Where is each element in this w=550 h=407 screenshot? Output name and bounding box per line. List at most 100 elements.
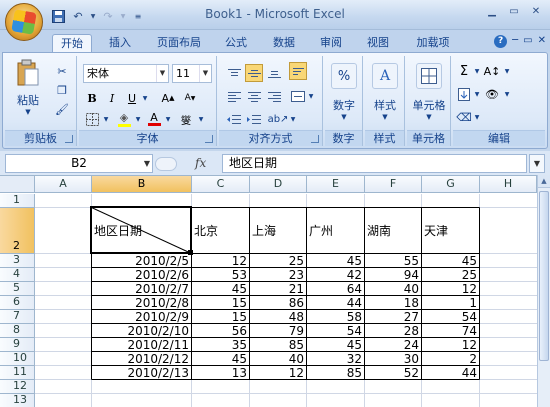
chevron-down-icon[interactable]: ▼ (503, 62, 511, 80)
phonetic-icon[interactable]: 燮 (177, 110, 195, 128)
cell-city-header[interactable]: 北京 (194, 225, 218, 237)
cell-value[interactable]: 45 (192, 353, 247, 365)
grow-font-icon[interactable]: A ▲ (159, 89, 177, 107)
decrease-indent-icon[interactable] (225, 110, 243, 128)
cell-date[interactable]: 2010/2/10 (92, 325, 189, 337)
align-center-icon[interactable] (245, 87, 263, 105)
cell-value[interactable]: 2 (422, 353, 477, 365)
paste-button[interactable]: 粘贴 ▼ (11, 59, 45, 116)
find-select-icon[interactable]: 👁 (483, 85, 501, 103)
cell-value[interactable]: 79 (250, 325, 304, 337)
alignment-launcher-icon[interactable] (311, 135, 319, 143)
cell-value[interactable]: 58 (307, 311, 362, 323)
cells-button[interactable]: 单元格 ▼ (410, 62, 448, 122)
underline-icon[interactable]: U (123, 89, 141, 107)
cell-value[interactable]: 25 (422, 269, 477, 281)
cell-value[interactable]: 44 (422, 367, 477, 379)
cell-value[interactable]: 40 (365, 283, 419, 295)
font-size-select[interactable]: 11 ▼ (172, 64, 212, 83)
cell-value[interactable]: 86 (250, 297, 304, 309)
help-icon[interactable]: ? (494, 35, 508, 48)
cell-city-header[interactable]: 广州 (309, 225, 333, 237)
cell-date[interactable]: 2010/2/8 (92, 297, 189, 309)
tab-home[interactable]: 开始 (52, 34, 92, 52)
tab-review[interactable]: 审阅 (315, 34, 347, 52)
cell-value[interactable]: 54 (307, 325, 362, 337)
font-name-select[interactable]: 宋体 ▼ (83, 64, 169, 83)
clear-icon[interactable]: ⌫ (455, 108, 473, 126)
scroll-up-icon[interactable]: ▲ (538, 175, 550, 188)
font-launcher-icon[interactable] (205, 135, 213, 143)
cell-value[interactable]: 45 (422, 255, 477, 267)
vertical-scrollbar[interactable]: ▲ (537, 175, 550, 407)
cell-value[interactable]: 28 (365, 325, 419, 337)
chevron-down-icon[interactable]: ▼ (473, 85, 481, 103)
close-icon[interactable]: ✕ (538, 35, 546, 48)
cell-date[interactable]: 2010/2/11 (92, 339, 189, 351)
cell-value[interactable]: 42 (307, 269, 362, 281)
cell-value[interactable]: 23 (250, 269, 304, 281)
merge-center-icon[interactable] (289, 87, 307, 105)
cell-date[interactable]: 2010/2/12 (92, 353, 189, 365)
cell-city-header[interactable]: 湖南 (367, 225, 391, 237)
chevron-down-icon[interactable]: ▼ (473, 108, 481, 126)
cell-value[interactable]: 18 (365, 297, 419, 309)
cell-date[interactable]: 2010/2/7 (92, 283, 189, 295)
cell-value[interactable]: 15 (192, 311, 247, 323)
name-box[interactable]: B2 ▼ (5, 154, 153, 173)
minimize-icon[interactable]: ─ (512, 35, 518, 48)
cell-value[interactable]: 25 (250, 255, 304, 267)
cell-value[interactable]: 21 (250, 283, 304, 295)
cell-value[interactable]: 12 (422, 339, 477, 351)
cell-value[interactable]: 32 (307, 353, 362, 365)
tab-formulas[interactable]: 公式 (220, 34, 252, 52)
minimize-icon[interactable]: ▁ (482, 4, 502, 20)
format-painter-icon[interactable]: 🖌 (53, 100, 71, 118)
cell-value[interactable]: 74 (422, 325, 477, 337)
cut-icon[interactable]: ✂ (53, 62, 71, 80)
cell-value[interactable]: 44 (307, 297, 362, 309)
fill-color-icon[interactable]: ◈ (115, 110, 133, 128)
autosum-icon[interactable]: Σ (455, 62, 473, 80)
align-top-icon[interactable] (225, 64, 243, 82)
chevron-down-icon[interactable]: ▼ (503, 85, 511, 103)
close-icon[interactable]: ✕ (526, 4, 546, 20)
maximize-icon[interactable]: ▭ (504, 4, 524, 20)
cell-value[interactable]: 64 (307, 283, 362, 295)
number-format-button[interactable]: % 数字 ▼ (329, 62, 359, 122)
cell-value[interactable]: 40 (250, 353, 304, 365)
sort-filter-icon[interactable]: A↕ (483, 62, 501, 80)
tab-addins[interactable]: 加载项 (410, 34, 456, 52)
cell-city-header[interactable]: 天津 (424, 225, 448, 237)
font-color-icon[interactable]: A (145, 110, 163, 128)
cell-value[interactable]: 85 (250, 339, 304, 351)
office-button[interactable] (5, 3, 43, 41)
tab-insert[interactable]: 插入 (104, 34, 136, 52)
wrap-text-icon[interactable] (289, 62, 307, 80)
cell-value[interactable]: 27 (365, 311, 419, 323)
cell-value[interactable]: 85 (307, 367, 362, 379)
copy-icon[interactable]: ❐ (53, 81, 71, 99)
cell-date[interactable]: 2010/2/5 (92, 255, 189, 267)
cell-value[interactable]: 12 (192, 255, 247, 267)
chevron-down-icon[interactable]: ▼ (197, 110, 205, 128)
clipboard-launcher-icon[interactable] (65, 135, 73, 143)
styles-button[interactable]: A 样式 ▼ (369, 62, 401, 122)
cell-b2[interactable]: 地区日期 (94, 225, 142, 237)
cell-value[interactable]: 45 (192, 283, 247, 295)
expand-formula-bar-icon[interactable]: ▼ (529, 154, 545, 173)
cell-value[interactable]: 24 (365, 339, 419, 351)
cell-value[interactable]: 56 (192, 325, 247, 337)
shrink-font-icon[interactable]: A ▼ (181, 89, 199, 107)
cell-value[interactable]: 53 (192, 269, 247, 281)
align-right-icon[interactable] (265, 87, 283, 105)
cell-value[interactable]: 12 (422, 283, 477, 295)
italic-icon[interactable]: I (103, 89, 121, 107)
align-left-icon[interactable] (225, 87, 243, 105)
cell-value[interactable]: 15 (192, 297, 247, 309)
tab-data[interactable]: 数据 (268, 34, 300, 52)
cell-date[interactable]: 2010/2/9 (92, 311, 189, 323)
cell-value[interactable]: 35 (192, 339, 247, 351)
cell-value[interactable]: 48 (250, 311, 304, 323)
cell-value[interactable]: 52 (365, 367, 419, 379)
